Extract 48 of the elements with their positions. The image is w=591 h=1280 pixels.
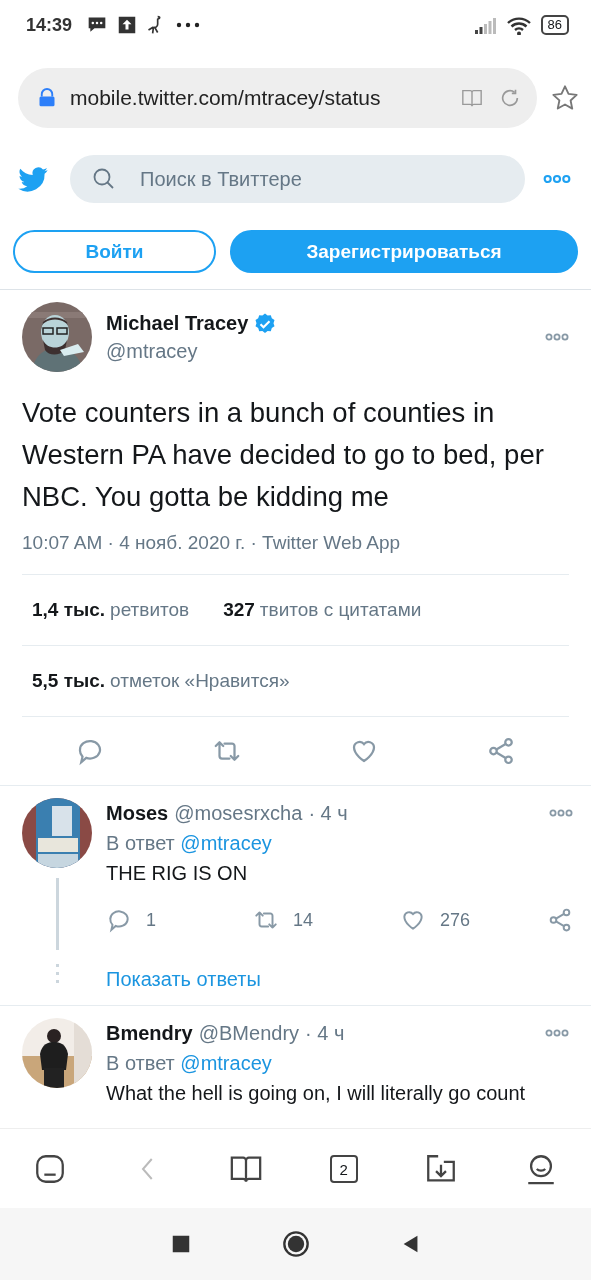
clock: 14:39 <box>26 14 73 36</box>
reply-context: В ответ <box>106 1052 175 1074</box>
reply-context: В ответ <box>106 832 175 854</box>
battery-icon: 86 <box>540 15 569 35</box>
address-bar[interactable]: mobile.twitter.com/mtracey/status <box>18 68 537 128</box>
tweet-text: Vote counters in a bunch of counties in Western PA have decided to go to bed, per NBC. You gotta be kidding me <box>22 396 545 514</box>
reply-time: · 4 ч <box>308 801 348 826</box>
reply-author-name: Bmendry <box>106 1021 193 1046</box>
stat-label[interactable]: твитов с цитатами <box>259 599 422 621</box>
url-text: mobile.twitter.com/mtracey/status <box>70 86 382 110</box>
reply-count: 1 <box>146 909 156 931</box>
author-handle: @mtracey <box>106 339 199 363</box>
mention-link[interactable]: @mtracey <box>180 1052 272 1074</box>
signal-icon <box>474 16 497 34</box>
login-button[interactable]: Войти <box>13 230 216 273</box>
reload-icon[interactable] <box>499 87 521 109</box>
more-icon[interactable] <box>545 332 569 342</box>
more-icon[interactable] <box>543 173 571 185</box>
stat-count: 5,5 тыс. <box>32 670 106 692</box>
stat-label[interactable]: отметок «Нравится» <box>110 670 290 692</box>
more-icon[interactable] <box>549 808 573 818</box>
mention-link[interactable]: @mtracey <box>180 832 272 854</box>
more-icon <box>176 20 201 30</box>
reply-text: THE RIG IS ON <box>106 861 249 886</box>
reply-author-name: Moses <box>106 801 169 826</box>
star-icon[interactable] <box>551 84 579 112</box>
author-name: Michael Tracey <box>106 312 249 335</box>
search-field[interactable]: Поиск в Твиттере <box>70 155 525 203</box>
tabs-button[interactable]: 2 <box>329 1155 358 1183</box>
share-icon[interactable] <box>547 907 573 933</box>
upload-icon <box>118 16 137 34</box>
more-icon[interactable] <box>545 1028 569 1038</box>
reply-handle: @mosesrxcha <box>174 801 303 826</box>
signup-button[interactable]: Зарегистрироваться <box>230 230 578 273</box>
reply-icon[interactable] <box>106 907 132 933</box>
search-icon <box>92 167 116 191</box>
stat-count: 327 <box>223 599 255 621</box>
tweet-timestamp: 10:07 AM · 4 нояб. 2020 г. · Twitter Web App <box>22 532 569 575</box>
reply-text: What the hell is going on, I will literally go count <box>106 1081 527 1106</box>
stat-label[interactable]: ретвитов <box>110 599 190 621</box>
lock-icon <box>38 87 56 109</box>
retweet-count: 14 <box>293 909 314 931</box>
like-count: 276 <box>440 909 471 931</box>
reply-time: · 4 ч <box>305 1021 345 1046</box>
stat-count: 1,4 тыс. <box>32 599 106 621</box>
wifi-icon <box>506 15 531 35</box>
reply-handle: @BMendry <box>198 1021 300 1046</box>
show-replies-link[interactable]: Показать ответы <box>106 968 573 991</box>
